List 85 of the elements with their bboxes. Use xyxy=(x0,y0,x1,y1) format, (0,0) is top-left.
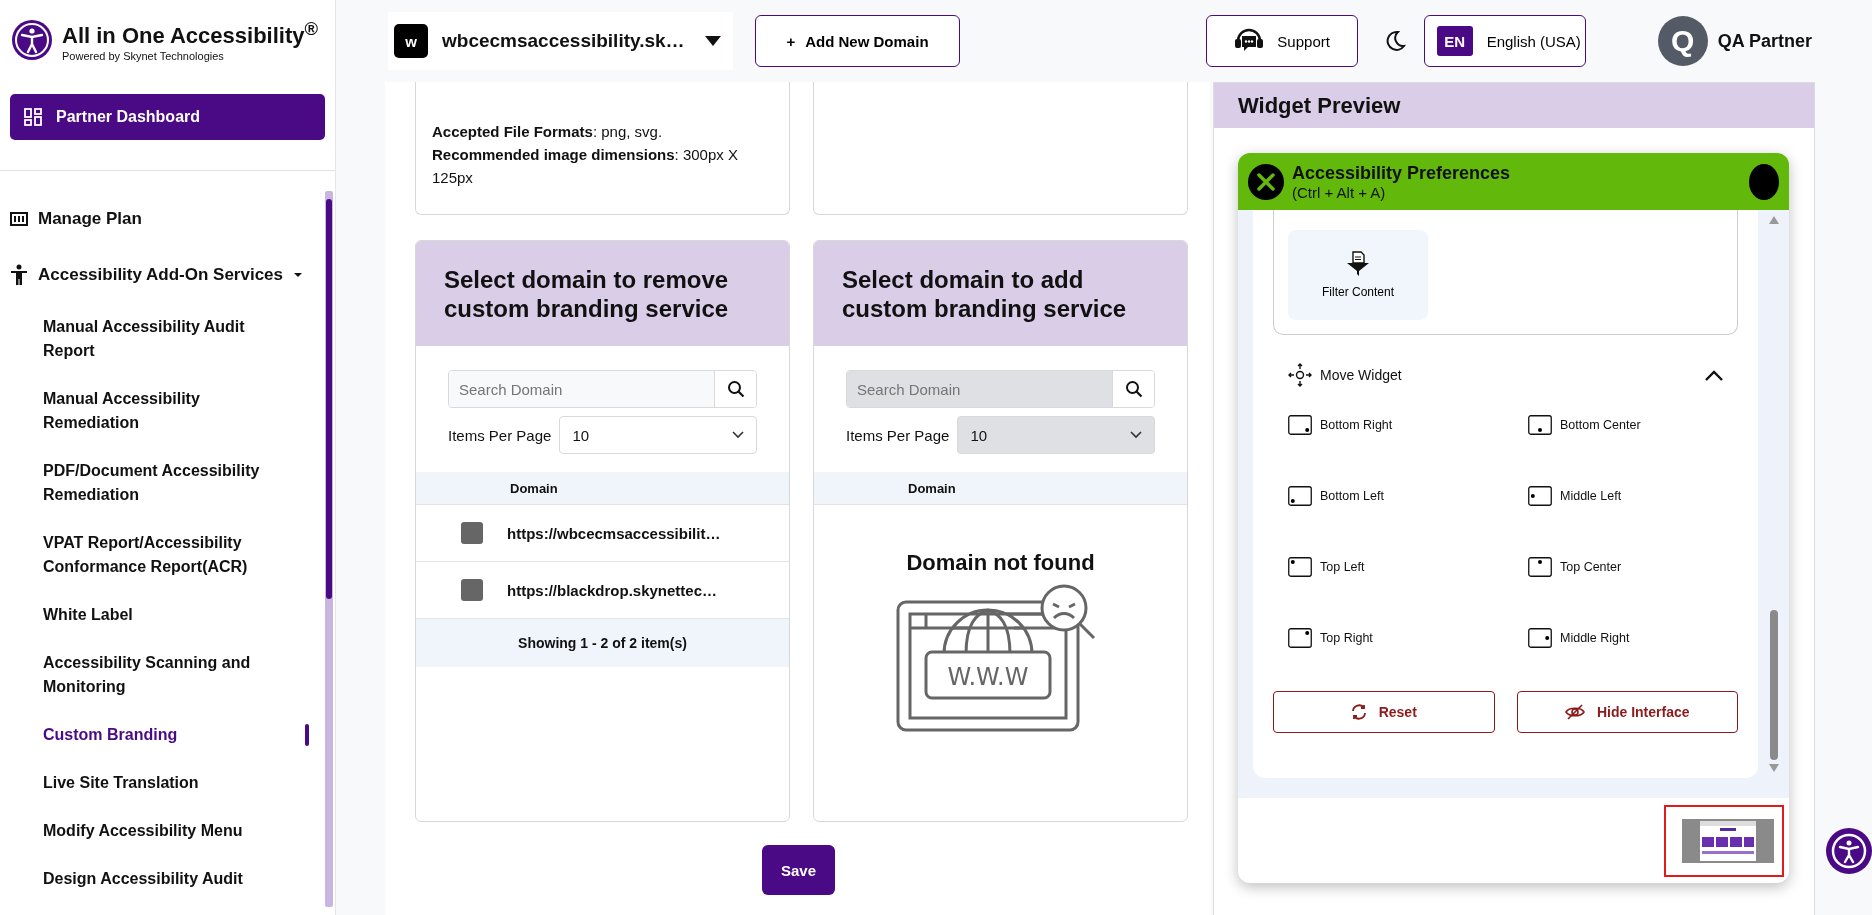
domain-cell: https://blackdrop.skynettec… xyxy=(507,581,718,599)
nav-subitem[interactable]: Design Accessibility Audit xyxy=(0,855,325,903)
shortcut-text: (Ctrl + Alt + A) xyxy=(1292,183,1387,201)
chevron-down-icon xyxy=(1130,431,1142,439)
position-option[interactable]: Middle Right xyxy=(1528,614,1723,685)
support-button[interactable]: Support xyxy=(1205,15,1358,67)
reset-button[interactable]: Reset xyxy=(1273,691,1495,733)
accessibility-icon xyxy=(1829,831,1869,871)
nav-subitem[interactable]: Modify Accessibility Menu xyxy=(0,807,325,855)
user-name: QA Partner xyxy=(1717,30,1812,52)
oval-icon[interactable] xyxy=(1749,163,1779,200)
scroll-down-icon[interactable] xyxy=(1768,764,1779,772)
position-icon xyxy=(1288,627,1312,648)
row-checkbox[interactable] xyxy=(461,522,483,544)
card-title: Select domain to remove custom branding service xyxy=(444,264,730,323)
widget-preview-title: Widget Preview xyxy=(1238,92,1401,119)
nav-item[interactable]: Accessibility Add-On Services xyxy=(0,247,325,303)
position-option[interactable]: Top Right xyxy=(1288,614,1528,685)
user-avatar[interactable]: Q xyxy=(1657,16,1708,66)
refresh-icon xyxy=(1350,704,1367,720)
add-new-domain-button[interactable]: + Add New Domain xyxy=(755,15,960,67)
position-icon xyxy=(1528,627,1552,648)
funnel-document-icon xyxy=(1346,251,1370,277)
file-info-text: Recommended image dimensions: 300px X 125px xyxy=(432,145,739,188)
position-icon xyxy=(1288,485,1312,506)
items-per-page-label: Items Per Page xyxy=(846,426,950,444)
position-option[interactable]: Top Center xyxy=(1528,543,1723,614)
position-option[interactable]: Bottom Left xyxy=(1288,472,1528,543)
empty-message: Domain not found xyxy=(906,550,1095,576)
nav-item[interactable]: Manage Plan xyxy=(0,191,325,247)
nav-subitem[interactable]: Manual Accessibility Audit Report xyxy=(0,303,325,375)
dropdown-caret-icon xyxy=(705,36,721,46)
scroll-up-icon[interactable] xyxy=(1768,216,1779,224)
save-button[interactable]: Save xyxy=(762,845,835,895)
file-info-text: Accepted File Formats: png, svg. xyxy=(432,122,664,142)
position-option[interactable]: Middle Left xyxy=(1528,472,1723,543)
partner-dashboard-button[interactable]: Partner Dashboard xyxy=(10,94,325,140)
nav-subitem[interactable]: Live Site Translation xyxy=(0,759,325,807)
position-option[interactable]: Bottom Center xyxy=(1528,401,1723,472)
items-per-page-label: Items Per Page xyxy=(448,426,552,444)
column-header: Domain xyxy=(510,480,558,496)
scrollbar[interactable] xyxy=(325,191,333,907)
nav-subitem[interactable]: White Label xyxy=(0,591,325,639)
position-icon xyxy=(1288,414,1312,435)
dashboard-icon xyxy=(24,108,42,126)
nav-subitem[interactable]: PDF/Document Accessibility Remediation xyxy=(0,447,325,519)
scrollbar-thumb[interactable] xyxy=(326,199,332,599)
position-option[interactable]: Top Left xyxy=(1288,543,1528,614)
domain-select[interactable]: w wbcecmsaccessibility.sk… xyxy=(388,12,733,70)
accessibility-logo-icon xyxy=(10,18,54,62)
person-icon xyxy=(10,264,28,286)
eye-slash-icon xyxy=(1564,704,1585,720)
nav-subitem[interactable]: Manual Accessibility Remediation xyxy=(0,375,325,447)
language-code: EN xyxy=(1436,26,1473,56)
chevron-icon xyxy=(1705,369,1723,381)
row-checkbox[interactable] xyxy=(461,579,483,601)
plan-icon xyxy=(10,212,28,226)
hide-interface-button[interactable]: Hide Interface xyxy=(1516,691,1738,733)
position-icon xyxy=(1528,414,1552,435)
caret-icon xyxy=(293,272,304,278)
nav-subitem[interactable]: VPAT Report/Accessibility Conformance Report(ACR) xyxy=(0,519,325,591)
position-icon xyxy=(1528,556,1552,577)
scrollbar-thumb[interactable] xyxy=(1769,610,1778,760)
nav-subitem[interactable]: Accessibility Scanning and Monitoring xyxy=(0,639,325,711)
language-select[interactable]: EN English (USA) xyxy=(1423,15,1586,67)
move-icon xyxy=(1288,363,1312,387)
filter-content-tile[interactable]: Filter Content xyxy=(1288,230,1428,320)
brand-subtitle: Powered by Skynet Technologies xyxy=(62,49,225,62)
nav-subitem[interactable]: Custom Branding xyxy=(0,711,325,759)
popup-title: Accessibility Preferences xyxy=(1292,162,1511,184)
pagination-text: Showing 1 - 2 of 2 item(s) xyxy=(518,635,687,651)
items-per-page-select[interactable]: 10 xyxy=(559,416,757,454)
illustration-text: W.W.W xyxy=(947,663,1028,691)
position-icon xyxy=(1528,485,1552,506)
domain-badge: w xyxy=(394,24,428,58)
close-icon[interactable] xyxy=(1248,163,1284,200)
brand-title: All in One Accessibility$^{®}$ xyxy=(62,18,318,50)
position-option[interactable]: Bottom Right xyxy=(1288,401,1528,472)
position-icon xyxy=(1288,556,1312,577)
move-widget-header[interactable]: Move Widget xyxy=(1288,363,1723,387)
chevron-down-icon xyxy=(732,431,744,439)
card-title: Select domain to add custom branding service xyxy=(842,264,1128,323)
column-header: Domain xyxy=(908,480,956,496)
domain-cell: https://wbcecmsaccessibilit… xyxy=(507,524,721,542)
active-indicator xyxy=(305,724,309,746)
